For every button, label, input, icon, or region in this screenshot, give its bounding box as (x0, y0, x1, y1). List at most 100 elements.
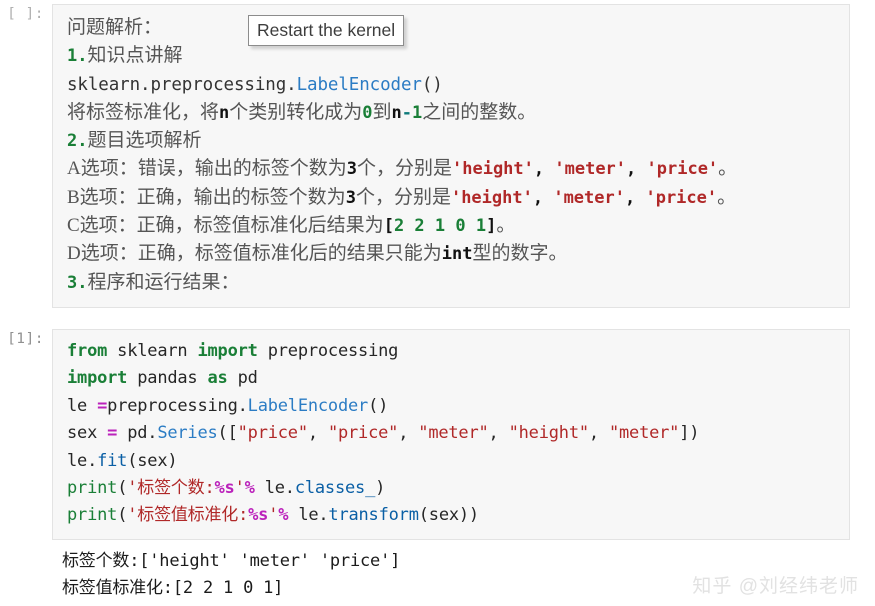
md-option-a-mid: 个，分别是 (356, 158, 452, 180)
notebook-cell-code[interactable]: [1]: from sklearn import preprocessing i… (0, 329, 850, 540)
md-number-1: 1. (67, 46, 88, 67)
code-module-sklearn: sklearn (107, 341, 198, 361)
code-parens-1: () (368, 395, 389, 416)
md-option-a-str-3: 'price' (646, 159, 719, 180)
code-assign-2: = (107, 423, 118, 444)
md-option-a-count: 3 (346, 159, 357, 180)
md-line-option-a: A选项：错误，输出的标签个数为3个，分别是'height', 'meter', … (67, 155, 835, 183)
md-desc-zero: 0 (362, 102, 373, 123)
md-option-b-end: 。 (717, 186, 737, 208)
code-line-6: print('标签个数:%s'% le.classes_) (67, 475, 835, 502)
code-args-transform: (sex)) (418, 505, 479, 526)
code-class-labelencoder: LabelEncoder (247, 395, 369, 416)
md-api-parens: () (421, 74, 443, 95)
code-module-pandas: pandas (127, 368, 208, 389)
md-api-module: sklearn.preprocessing. (67, 74, 297, 95)
code-comma-2: , (398, 423, 419, 444)
code-pct-operator-2: % (278, 505, 289, 526)
code-paren-open-1: ( (117, 478, 128, 499)
code-comma-3: , (488, 423, 509, 444)
md-title-text: 问题解析： (67, 17, 163, 38)
md-option-b-str-2: 'meter' (553, 187, 625, 208)
output-line-2: 标签值标准化:[2 2 1 0 1] (62, 578, 284, 598)
md-desc-part-2: 个类别转化成为 (229, 101, 363, 123)
md-desc-one: 1 (412, 102, 423, 123)
output-line-1: 标签个数:['height' 'meter' 'price'] (62, 551, 401, 571)
code-line-2: import pandas as pd (67, 365, 835, 392)
code-kw-as: as (207, 368, 228, 389)
md-option-d-type: int (441, 244, 473, 265)
md-line-option-d: D选项：正确，标签值标准化后的结果只能为int型的数字。 (67, 240, 835, 268)
md-desc-part-1: 将标签标准化，将 (67, 101, 220, 123)
code-str-meter-2: "meter" (608, 423, 680, 444)
notebook-cell-markdown[interactable]: [ ]: 问题解析： 1.知识点讲解 sklearn.preprocessing… (0, 4, 850, 308)
code-list-open: ([ (217, 423, 238, 444)
code-str-meter-1: "meter" (418, 423, 489, 444)
code-str-quote-1: ' (234, 478, 245, 499)
code-line-5: le.fit(sex) (67, 448, 835, 475)
code-obj-le-2: le. (254, 478, 295, 499)
md-option-b-mid: 个，分别是 (355, 186, 451, 208)
code-list-close: ]) (679, 423, 700, 444)
md-desc-part-3: 到 (372, 101, 392, 123)
code-obj-le-1: le. (67, 450, 98, 471)
code-class-series: Series (157, 423, 218, 444)
md-section-3-text: 程序和运行结果： (87, 271, 240, 293)
md-desc-n2: n (391, 102, 402, 123)
code-paren-close-1: ) (375, 478, 386, 499)
code-str-classes-label: '标签个数: (127, 478, 215, 499)
md-option-b-str-1: 'height' (450, 187, 533, 208)
code-line-7: print('标签值标准化:%s'% le.transform(sex)) (67, 502, 835, 529)
markdown-cell-body[interactable]: 问题解析： 1.知识点讲解 sklearn.preprocessing.Labe… (52, 4, 850, 308)
code-method-transform: transform (328, 505, 419, 526)
code-name-preprocessing: preprocessing (257, 341, 399, 361)
code-cell-editor[interactable]: from sklearn import preprocessing import… (52, 329, 850, 540)
code-str-transform-label: '标签值标准化: (127, 505, 249, 526)
code-line-4: sex = pd.Series(["price", "price", "mete… (67, 420, 835, 447)
md-line-section-3: 3.程序和运行结果： (67, 269, 835, 297)
md-option-a-comma-2: , (626, 159, 647, 180)
md-option-a-end: 。 (718, 158, 738, 180)
md-line-title: 问题解析： (67, 14, 835, 42)
code-method-fit: fit (97, 450, 128, 471)
code-var-sex: sex (67, 423, 108, 444)
zhihu-watermark: 知乎 @刘经纬老师 (692, 576, 859, 597)
md-option-a-str-2: 'meter' (554, 159, 627, 180)
code-attr-classes: classes_ (294, 478, 376, 499)
code-assign-1: = (97, 395, 108, 416)
code-builtin-print-2: print (67, 505, 118, 526)
code-kw-from: from (67, 341, 108, 361)
md-option-b-comma-2: , (624, 187, 646, 208)
md-section-1-text: 知识点讲解 (87, 45, 183, 67)
md-option-c-values: 2 2 1 0 1 (393, 216, 487, 237)
md-line-option-c: C选项：正确，标签值标准化后结果为[2 2 1 0 1]。 (67, 212, 835, 240)
md-line-api: sklearn.preprocessing.LabelEncoder() (67, 71, 835, 99)
code-obj-le-3: le. (288, 505, 329, 526)
md-option-c-head: C选项：正确，标签值标准化后结果为 (67, 215, 384, 237)
md-option-a-comma-1: , (533, 159, 555, 180)
code-fmt-spec-1: %s (214, 478, 235, 499)
md-option-d-head: D选项：正确，标签值标准化后的结果只能为 (67, 243, 442, 265)
md-option-a-head: A选项：错误，输出的标签个数为 (67, 158, 347, 180)
code-comma-4: , (588, 423, 609, 444)
md-option-b-head: B选项：正确，输出的标签个数为 (67, 186, 346, 208)
code-str-price-1: "price" (237, 423, 308, 444)
md-option-c-lbracket: [ (383, 216, 394, 237)
md-api-class: LabelEncoder (296, 74, 422, 95)
md-option-d-end: 型的数字。 (472, 243, 568, 265)
code-str-price-2: "price" (327, 423, 399, 444)
code-fmt-spec-2: %s (248, 505, 269, 526)
code-kw-import-2: import (67, 368, 128, 389)
code-var-le: le (67, 395, 98, 416)
md-option-c-rbracket: ] (486, 216, 497, 237)
md-option-b-str-3: 'price' (645, 187, 718, 208)
cell-prompt-code: [1]: (7, 331, 44, 347)
code-builtin-print-1: print (67, 478, 118, 499)
md-line-description: 将标签标准化，将n个类别转化成为0到n-1之间的整数。 (67, 99, 835, 127)
code-line-3: le =preprocessing.LabelEncoder() (67, 393, 835, 420)
md-line-section-2: 2.题目选项解析 (67, 127, 835, 155)
code-str-height: "height" (508, 423, 589, 444)
code-alias-pd: pd (227, 368, 258, 389)
md-option-c-end: 。 (496, 215, 516, 237)
md-number-3: 3. (67, 272, 88, 293)
